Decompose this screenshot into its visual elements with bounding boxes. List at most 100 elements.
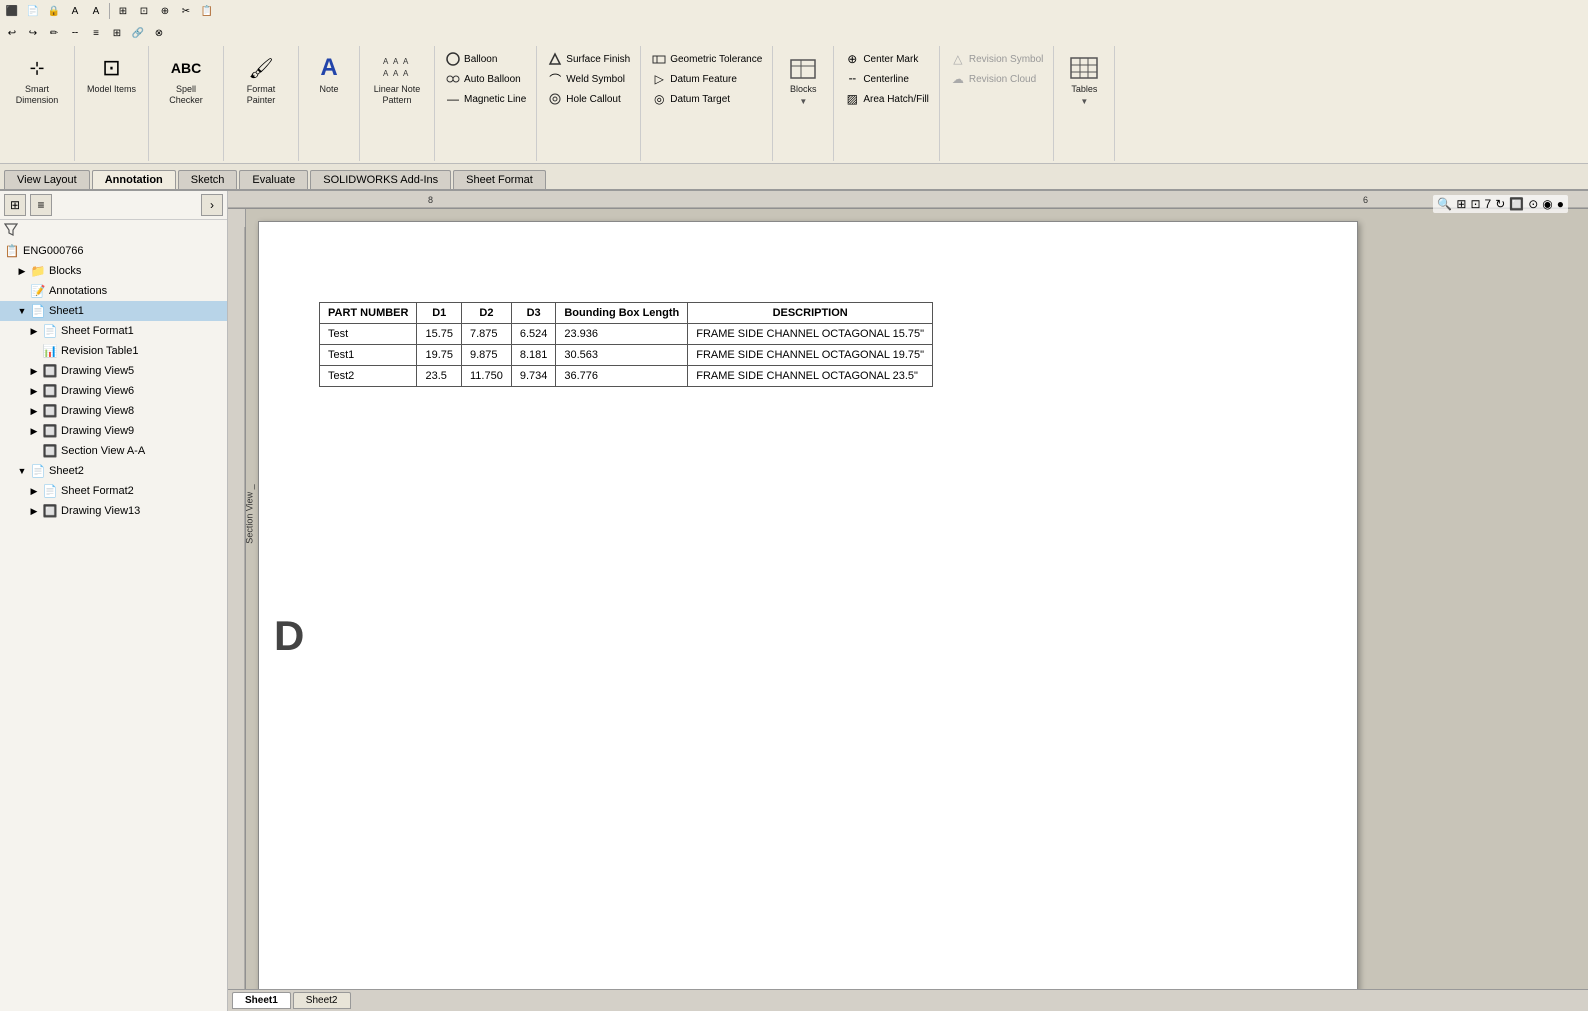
sidebar-item-section-view-aa[interactable]: 🔲 Section View A-A [0, 441, 227, 461]
model-items-button[interactable]: ⊡ Model Items [83, 50, 140, 97]
weld-symbol-button[interactable]: ⌒ Weld Symbol [543, 70, 634, 88]
canvas-tool-7[interactable]: ◉ [1542, 197, 1552, 211]
sidebar-item-drawing-view8[interactable]: ▶ 🔲 Drawing View8 [0, 401, 227, 421]
table-cell-0-5: FRAME SIDE CHANNEL OCTAGONAL 15.75" [688, 324, 933, 345]
toolbar-icon-10[interactable]: 📋 [198, 2, 216, 20]
datum-target-button[interactable]: ◎ Datum Target [647, 90, 766, 108]
revision-col: △ Revision Symbol ☁ Revision Cloud [946, 50, 1047, 88]
revision-symbol-button[interactable]: △ Revision Symbol [946, 50, 1047, 68]
linear-note-pattern-button[interactable]: A A A A A A Linear Note Pattern [368, 50, 426, 108]
toolbar2-icon-6[interactable]: ⊞ [108, 24, 126, 42]
center-mark-button[interactable]: ⊕ Center Mark [840, 50, 933, 68]
sidebar-drawing-view9-label: Drawing View9 [61, 425, 134, 437]
sidebar-icon-view2[interactable]: ≡ [30, 194, 52, 216]
toolbar2-icon-1[interactable]: ↩ [3, 24, 21, 42]
sidebar-item-sheet-format2[interactable]: ▶ 📄 Sheet Format2 [0, 481, 227, 501]
canvas-area[interactable]: 8 6 Section View _ 🔍 ⊞ ⊡ 7 ↻ 🔲 ⊙ ◉ ● [228, 191, 1588, 1011]
sidebar-item-blocks[interactable]: ▶ 📁 Blocks [0, 261, 227, 281]
datum-feature-button[interactable]: ▷ Datum Feature [647, 70, 766, 88]
table-cell-1-3: 8.181 [511, 345, 556, 366]
blocks-chevron[interactable]: ▼ [797, 97, 809, 106]
sidebar-expand-btn[interactable]: › [201, 194, 223, 216]
sidebar-item-drawing-view5[interactable]: ▶ 🔲 Drawing View5 [0, 361, 227, 381]
sidebar-item-drawing-view6[interactable]: ▶ 🔲 Drawing View6 [0, 381, 227, 401]
note-button[interactable]: A Note [307, 50, 351, 97]
toolbar2-icon-4[interactable]: ╌ [66, 24, 84, 42]
format-painter-button[interactable]: 🖌 Format Painter [232, 50, 290, 108]
toolbar-icon-7[interactable]: ⊡ [135, 2, 153, 20]
magnetic-line-icon: — [445, 91, 461, 107]
canvas-tool-search[interactable]: 🔍 [1437, 197, 1452, 211]
sheet1-toggle[interactable]: ▼ [16, 305, 28, 317]
toolbar-icon-1[interactable]: ⬛ [3, 2, 21, 20]
sheet-format2-toggle[interactable]: ▶ [28, 485, 40, 497]
sidebar-item-sheet-format1[interactable]: ▶ 📄 Sheet Format1 [0, 321, 227, 341]
revision-cloud-button[interactable]: ☁ Revision Cloud [946, 70, 1047, 88]
smart-dimension-button[interactable]: ⊹ Smart Dimension [8, 50, 66, 108]
sidebar-item-sheet2[interactable]: ▼ 📄 Sheet2 [0, 461, 227, 481]
tables-button[interactable]: Tables [1062, 50, 1106, 97]
blocks-button[interactable]: Blocks [781, 50, 825, 97]
spell-checker-button[interactable]: ABC Spell Checker [157, 50, 215, 108]
canvas-tool-6[interactable]: ⊙ [1528, 197, 1538, 211]
geometric-tolerance-label: Geometric Tolerance [670, 54, 762, 65]
centerline-button[interactable]: ╌ Centerline [840, 70, 933, 88]
sidebar-item-drawing-view9[interactable]: ▶ 🔲 Drawing View9 [0, 421, 227, 441]
toolbar-icon-2[interactable]: 📄 [24, 2, 42, 20]
canvas-tool-3[interactable]: 7 [1485, 197, 1492, 211]
tab-evaluate[interactable]: Evaluate [239, 170, 308, 189]
sidebar-item-annotations[interactable]: 📝 Annotations [0, 281, 227, 301]
sidebar-item-sheet1[interactable]: ▼ 📄 Sheet1 [0, 301, 227, 321]
canvas-tool-4[interactable]: ↻ [1495, 197, 1505, 211]
sheet-format1-toggle[interactable]: ▶ [28, 325, 40, 337]
drawing-view13-toggle[interactable]: ▶ [28, 505, 40, 517]
toolbar-icon-8[interactable]: ⊕ [156, 2, 174, 20]
toolbar-icon-6[interactable]: ⊞ [114, 2, 132, 20]
tab-solidworks-addins[interactable]: SOLIDWORKS Add-Ins [310, 170, 451, 189]
auto-balloon-button[interactable]: Auto Balloon [441, 70, 530, 88]
toolbar2-icon-8[interactable]: ⊗ [150, 24, 168, 42]
toolbar2-icon-2[interactable]: ↪ [24, 24, 42, 42]
drawing-view5-toggle[interactable]: ▶ [28, 365, 40, 377]
drawing-view9-toggle[interactable]: ▶ [28, 425, 40, 437]
tab-sheet-format[interactable]: Sheet Format [453, 170, 546, 189]
toolbar-icon-5[interactable]: A [87, 2, 105, 20]
toolbar-icon-4[interactable]: A [66, 2, 84, 20]
canvas-tool-2[interactable]: ⊡ [1470, 197, 1480, 211]
sheet2-icon: 📄 [30, 463, 46, 479]
drawing-view8-toggle[interactable]: ▶ [28, 405, 40, 417]
sidebar-item-drawing-view13[interactable]: ▶ 🔲 Drawing View13 [0, 501, 227, 521]
area-hatch-button[interactable]: ▨ Area Hatch/Fill [840, 90, 933, 108]
toolbar-icon-9[interactable]: ✂ [177, 2, 195, 20]
sheet2-toggle[interactable]: ▼ [16, 465, 28, 477]
drawing-view6-toggle[interactable]: ▶ [28, 385, 40, 397]
geometric-tolerance-button[interactable]: Geometric Tolerance [647, 50, 766, 68]
canvas-tool-8[interactable]: ● [1557, 197, 1564, 211]
ribbon-group-format-painter: 🖌 Format Painter [224, 46, 299, 161]
tab-sketch[interactable]: Sketch [178, 170, 238, 189]
toolbar2-icon-7[interactable]: 🔗 [129, 24, 147, 42]
magnetic-line-button[interactable]: — Magnetic Line [441, 90, 530, 108]
sidebar-drawing-view5-label: Drawing View5 [61, 365, 134, 377]
hole-callout-button[interactable]: Hole Callout [543, 90, 634, 108]
root-icon: 📋 [4, 243, 20, 259]
blocks-toggle[interactable]: ▶ [16, 265, 28, 277]
sidebar-filter-icon[interactable] [0, 220, 227, 241]
tables-chevron[interactable]: ▼ [1078, 97, 1090, 106]
surface-finish-button[interactable]: Surface Finish [543, 50, 634, 68]
canvas-tool-5[interactable]: 🔲 [1509, 197, 1524, 211]
sheet-letter-d: D [274, 612, 304, 660]
toolbar-icon-3[interactable]: 🔒 [45, 2, 63, 20]
canvas-tool-1[interactable]: ⊞ [1456, 197, 1466, 211]
tab-annotation[interactable]: Annotation [92, 170, 176, 189]
sidebar-root[interactable]: 📋 ENG000766 [0, 241, 227, 261]
sidebar-item-revision-table[interactable]: 📊 Revision Table1 [0, 341, 227, 361]
sheet-tab-2[interactable]: Sheet2 [293, 992, 351, 1009]
toolbar2-icon-3[interactable]: ✏ [45, 24, 63, 42]
balloon-button[interactable]: Balloon [441, 50, 530, 68]
toolbar2-icon-5[interactable]: ≡ [87, 24, 105, 42]
sheet-tab-1[interactable]: Sheet1 [232, 992, 291, 1009]
ribbon-group-spell-checker: ABC Spell Checker [149, 46, 224, 161]
sidebar-icon-view1[interactable]: ⊞ [4, 194, 26, 216]
tab-view-layout[interactable]: View Layout [4, 170, 90, 189]
